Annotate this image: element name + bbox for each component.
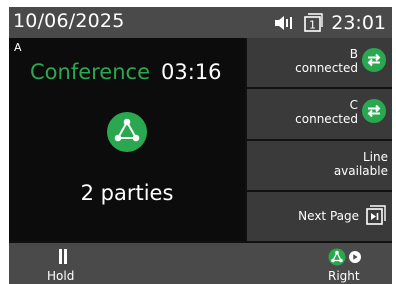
participant-b-id: B bbox=[349, 47, 358, 61]
line-available-text: Line available bbox=[334, 150, 388, 178]
phone-screen: 10/06/2025 1 23:01 A Conference 03:16 2 … bbox=[9, 7, 392, 284]
status-date: 10/06/2025 bbox=[13, 10, 125, 32]
call-letter: A bbox=[14, 41, 22, 54]
participant-b-status: connected bbox=[295, 61, 358, 75]
line-status: available bbox=[333, 163, 388, 178]
participant-c-id: C bbox=[349, 98, 358, 113]
participant-c-status: connected bbox=[295, 112, 358, 127]
conference-line: Conference 03:16 bbox=[30, 60, 222, 84]
transfer-icon bbox=[362, 99, 386, 127]
conference-icon bbox=[106, 111, 148, 157]
participant-c-text: C connected bbox=[295, 98, 358, 126]
status-bar: 10/06/2025 1 23:01 bbox=[9, 7, 392, 38]
call-panel[interactable]: A Conference 03:16 2 parties bbox=[9, 38, 245, 241]
pause-icon[interactable] bbox=[57, 248, 69, 269]
ringer-vibrate-icon bbox=[273, 14, 297, 32]
participant-c-button[interactable]: C connected bbox=[247, 89, 392, 139]
participant-b-button[interactable]: B connected bbox=[247, 38, 392, 88]
hold-softkey[interactable]: Hold bbox=[47, 269, 74, 283]
softkey-bar: Hold Right bbox=[9, 243, 392, 284]
next-page-label: Next Page bbox=[298, 208, 359, 223]
right-softkey[interactable]: Right bbox=[328, 269, 360, 283]
transfer-icon bbox=[362, 48, 386, 76]
side-buttons: B connected C connected Line available N… bbox=[247, 38, 392, 241]
line-label: Line bbox=[362, 149, 388, 164]
line-indicator-icon: 1 bbox=[303, 12, 325, 33]
next-page-button[interactable]: Next Page bbox=[247, 191, 392, 241]
status-right: 1 23:01 bbox=[273, 9, 386, 36]
line-available-button[interactable]: Line available bbox=[247, 140, 392, 190]
next-page-icon bbox=[365, 205, 387, 231]
call-state: Conference bbox=[30, 60, 151, 84]
parties-count: 2 parties bbox=[80, 181, 174, 205]
line-number: 1 bbox=[309, 18, 316, 31]
status-time: 23:01 bbox=[331, 11, 386, 34]
participant-b-text: B connected bbox=[295, 47, 358, 75]
call-duration: 03:16 bbox=[161, 60, 222, 84]
conference-right-icon[interactable] bbox=[328, 248, 366, 270]
